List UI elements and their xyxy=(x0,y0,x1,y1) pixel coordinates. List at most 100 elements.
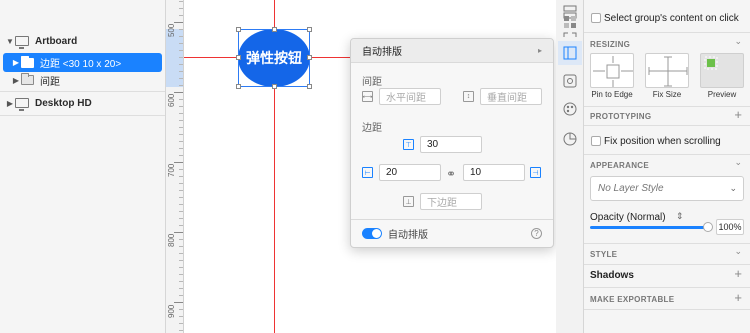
checkbox-label: Fix position when scrolling xyxy=(604,136,721,147)
layer-label: 间距 xyxy=(40,76,60,88)
top-padding-input[interactable]: 30 xyxy=(420,136,482,153)
inspector-tab-strip xyxy=(556,0,584,333)
collapse-chevron-icon[interactable]: ⌄ xyxy=(734,36,742,47)
ruler-tick xyxy=(174,92,183,93)
right-padding-input[interactable]: 10 xyxy=(463,164,525,181)
stepper-icon[interactable]: ⇕ xyxy=(676,211,684,222)
collapse-chevron-icon[interactable]: ⌄ xyxy=(734,157,742,168)
tool-style[interactable] xyxy=(558,97,582,121)
layer-group-selected[interactable]: ▶ 边距 <30 10 x 20> xyxy=(3,53,162,72)
expand-triangle-icon[interactable]: ▶ xyxy=(11,58,21,67)
left-padding-icon: ⊢ xyxy=(362,167,373,178)
resize-handle[interactable] xyxy=(236,27,241,32)
resize-option-label: Fix Size xyxy=(652,90,682,99)
auto-layout-popover: 自动排版 ▸ 间距 ⟷ 水平间距 ↕ 垂直间距 边距 ⊤ 30 ⊢ 20 ⚭ 1… xyxy=(350,38,554,248)
pie-chart-icon xyxy=(563,132,577,146)
resize-handle[interactable] xyxy=(272,84,277,89)
layer-desktop-hd[interactable]: ▶ Desktop HD xyxy=(0,94,165,112)
pin-to-edge-box[interactable] xyxy=(590,53,634,88)
bottom-padding-input[interactable]: 下边距 xyxy=(420,193,482,210)
layout-icon xyxy=(563,46,577,60)
resize-handle[interactable] xyxy=(307,55,312,60)
ruler-tick xyxy=(179,183,183,184)
ruler-label: 700 xyxy=(167,163,176,177)
select-group-content-checkbox[interactable] xyxy=(591,13,601,23)
tool-layout[interactable] xyxy=(558,41,582,65)
auto-layout-toggle[interactable] xyxy=(362,228,382,239)
vertical-ruler[interactable]: 500 600 700 800 900 xyxy=(166,0,184,333)
top-padding-icon: ⊤ xyxy=(403,139,414,150)
add-shadow-icon[interactable]: + xyxy=(734,266,742,281)
fix-size-icon xyxy=(648,56,688,87)
ruler-tick xyxy=(174,232,183,233)
bottom-padding-icon: ⊥ xyxy=(403,196,414,207)
add-icon[interactable]: + xyxy=(734,107,742,122)
ruler-tick xyxy=(179,253,183,254)
ruler-label: 800 xyxy=(167,233,176,247)
tool-symbol[interactable] xyxy=(558,69,582,93)
resize-handle[interactable] xyxy=(307,27,312,32)
help-icon[interactable]: ? xyxy=(531,228,542,239)
ruler-tick xyxy=(179,190,183,191)
pin-to-edge-icon xyxy=(593,56,633,87)
ruler-tick xyxy=(179,323,183,324)
ruler-tick xyxy=(179,43,183,44)
opacity-slider-track[interactable] xyxy=(590,226,708,229)
fix-position-checkbox[interactable] xyxy=(591,136,601,146)
section-make-exportable: MAKE EXPORTABLE xyxy=(590,295,675,304)
ruler-tick xyxy=(179,281,183,282)
resize-handle[interactable] xyxy=(307,84,312,89)
horizontal-spacing-icon: ⟷ xyxy=(362,91,373,102)
section-resizing: RESIZING xyxy=(590,40,631,49)
popover-title: 自动排版 xyxy=(362,47,402,58)
horizontal-spacing-input[interactable]: 水平间距 xyxy=(379,88,441,105)
ruler-tick xyxy=(179,288,183,289)
expand-triangle-icon[interactable]: ▶ xyxy=(11,76,21,85)
ruler-tick xyxy=(179,176,183,177)
chevron-right-icon[interactable]: ▸ xyxy=(538,46,542,55)
ruler-tick xyxy=(179,106,183,107)
vertical-spacing-input[interactable]: 垂直间距 xyxy=(480,88,542,105)
shadows-label: Shadows xyxy=(590,270,634,281)
left-padding-input[interactable]: 20 xyxy=(379,164,441,181)
resize-handle[interactable] xyxy=(236,84,241,89)
ruler-tick xyxy=(179,120,183,121)
layer-artboard[interactable]: ▼ Artboard xyxy=(0,32,165,50)
ruler-tick xyxy=(179,197,183,198)
symbol-icon xyxy=(563,74,577,88)
section-style: STYLE xyxy=(590,250,618,259)
add-export-icon[interactable]: + xyxy=(734,290,742,305)
opacity-slider-knob[interactable] xyxy=(703,222,713,232)
collapse-chevron-icon[interactable]: ⌄ xyxy=(734,246,742,257)
opacity-input[interactable]: 100% xyxy=(716,219,744,235)
layer-style-value: No Layer Style xyxy=(598,183,664,194)
ruler-tick xyxy=(179,134,183,135)
ruler-tick xyxy=(179,218,183,219)
resize-handle[interactable] xyxy=(236,55,241,60)
preview-box[interactable] xyxy=(700,53,744,88)
selection-box xyxy=(236,27,312,89)
link-icon[interactable]: ⚭ xyxy=(446,167,456,181)
tool-pie[interactable] xyxy=(558,127,582,151)
ruler-tick xyxy=(179,50,183,51)
layer-label: 边距 <30 10 x 20> xyxy=(40,59,122,70)
opacity-label: Opacity (Normal) xyxy=(590,212,666,223)
ruler-tick xyxy=(179,85,183,86)
layer-label: Artboard xyxy=(35,35,78,47)
ruler-tick xyxy=(179,141,183,142)
fix-size-box[interactable] xyxy=(645,53,689,88)
artboard-icon xyxy=(15,36,29,49)
ruler-tick xyxy=(179,204,183,205)
layer-style-select[interactable]: No Layer Style ⌄ xyxy=(590,176,744,201)
ruler-tick xyxy=(179,113,183,114)
resize-handle[interactable] xyxy=(272,27,277,32)
inspector-panel: Select group's content on click RESIZING… xyxy=(584,0,750,333)
layer-label: Desktop HD xyxy=(35,97,92,109)
popover-header[interactable]: 自动排版 ▸ xyxy=(351,39,553,63)
preview-icon xyxy=(704,56,718,70)
ruler-tick xyxy=(179,99,183,100)
right-padding-icon: ⊣ xyxy=(530,167,541,178)
layer-group-spacing[interactable]: ▶ 间距 xyxy=(0,71,165,89)
collapse-triangle-icon[interactable]: ▼ xyxy=(5,37,15,46)
expand-triangle-icon[interactable]: ▶ xyxy=(5,99,15,108)
